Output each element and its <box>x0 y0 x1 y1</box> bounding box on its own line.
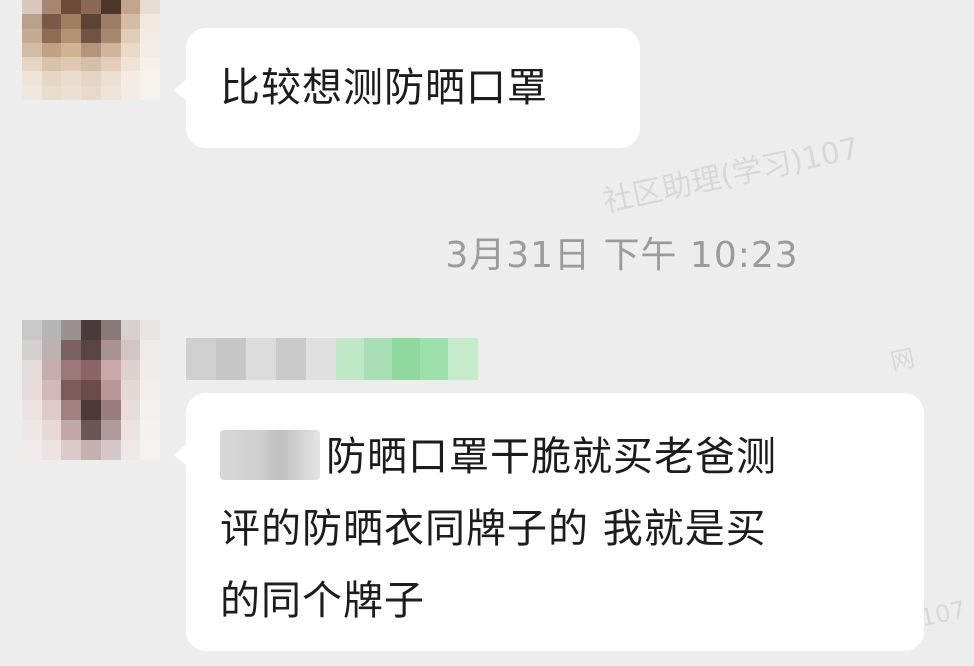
message-text: 比较想测防晒口罩 <box>220 65 548 111</box>
message-bubble[interactable]: 比较想测防晒口罩 <box>174 28 640 148</box>
avatar-icon[interactable] <box>22 0 160 100</box>
sender-name <box>186 338 478 380</box>
message-bubble[interactable]: 防晒口罩干脆就买老爸测 评的防晒衣同牌子的 我就是买 的同个牌子 <box>174 393 924 651</box>
watermark-text: 网 <box>887 343 918 377</box>
timestamp: 3月31日 下午 10:23 <box>445 235 799 276</box>
message-line: 评的防晒衣同牌子的 我就是买 <box>220 506 767 552</box>
watermark-text: 社区助理(学习)107 <box>599 131 863 220</box>
mention-tag <box>220 430 320 480</box>
message-line: 防晒口罩干脆就买老爸测 <box>326 434 777 480</box>
message-text: 防晒口罩干脆就买老爸测 评的防晒衣同牌子的 我就是买 的同个牌子 <box>220 421 884 637</box>
watermark-text: 107 <box>917 595 969 633</box>
avatar-icon[interactable] <box>22 320 160 460</box>
message-line: 的同个牌子 <box>220 578 425 624</box>
chat-window: 社区助理(学习)107 网 107 比较想测防晒口罩 3月31日 下午 10:2… <box>0 0 974 666</box>
